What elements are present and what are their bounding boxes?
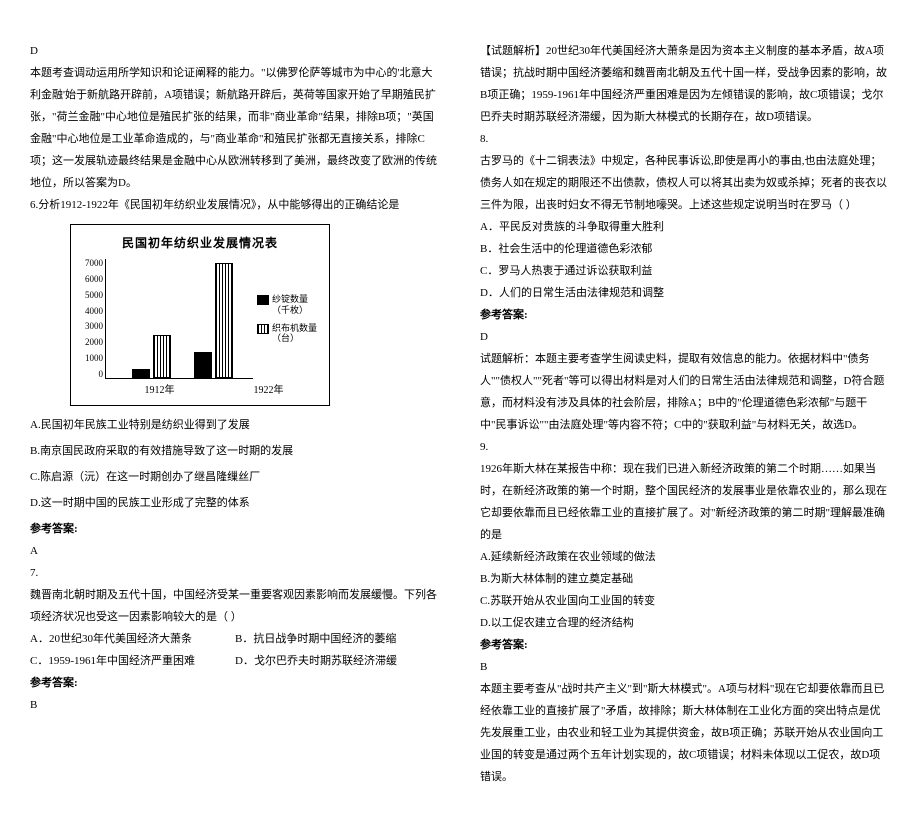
option-d: D.以工促农建立合理的经济结构 <box>480 612 890 634</box>
left-column: D 本题考查调动运用所学知识和论证阐释的能力。"以佛罗伦萨等城市为中心的'北意大… <box>30 40 440 788</box>
y-tick: 6000 <box>85 275 103 284</box>
legend-swatch-hatched <box>257 324 269 334</box>
question-6-stem: 6.分析1912-1922年《民国初年纺织业发展情况》，从中能够得出的正确结论是 <box>30 194 440 216</box>
x-tick: 1912年 <box>105 381 214 401</box>
option-a: A．平民反对贵族的斗争取得重大胜利 <box>480 216 890 238</box>
question-8-number: 8. <box>480 128 890 150</box>
chart-y-axis: 7000 6000 5000 4000 3000 2000 1000 0 <box>77 259 105 379</box>
y-tick: 7000 <box>85 259 103 268</box>
chart-container: 民国初年纺织业发展情况表 7000 6000 5000 4000 3000 20… <box>70 224 330 406</box>
legend-swatch-solid <box>257 295 269 305</box>
explanation-text: 试题解析：本题主要考查学生阅读史料，提取有效信息的能力。依据材料中"债务人""债… <box>480 348 890 436</box>
bar-1912-series2 <box>153 335 171 378</box>
chart-x-axis: 1912年 1922年 <box>105 379 323 401</box>
y-tick: 5000 <box>85 291 103 300</box>
legend-item-1: 纱锭数量（千枚） <box>257 294 323 315</box>
answer-value: B <box>30 694 440 716</box>
y-tick: 1000 <box>85 354 103 363</box>
legend-label: 织布机数量（台） <box>272 323 323 344</box>
legend-label: 纱锭数量（千枚） <box>272 294 323 315</box>
option-d: D．人们的日常生活由法律规范和调整 <box>480 282 890 304</box>
answer-value: D <box>480 326 890 348</box>
option-c: C.陈启源（沅）在这一时期创办了继昌隆缫丝厂 <box>30 466 440 488</box>
option-b: B．社会生活中的伦理道德色彩浓郁 <box>480 238 890 260</box>
answer-label: 参考答案: <box>480 634 890 656</box>
option-b: B．抗日战争时期中国经济的萎缩 <box>235 628 440 650</box>
bar-1922-series2 <box>215 263 233 378</box>
answer-label: 参考答案: <box>30 672 440 694</box>
question-9-number: 9. <box>480 436 890 458</box>
explanation-text: 【试题解析】20世纪30年代美国经济大萧条是因为资本主义制度的基本矛盾，故A项错… <box>480 40 890 128</box>
answer-letter: D <box>30 40 440 62</box>
y-tick: 4000 <box>85 307 103 316</box>
option-c: C.苏联开始从农业国向工业国的转变 <box>480 590 890 612</box>
x-tick: 1922年 <box>214 381 323 401</box>
option-a: A.延续新经济政策在农业领域的做法 <box>480 546 890 568</box>
answer-label: 参考答案: <box>480 304 890 326</box>
question-9-stem: 1926年斯大林在某报告中称：现在我们已进入新经济政策的第二个时期……如果当时，… <box>480 458 890 546</box>
bar-1922-series1 <box>194 352 212 378</box>
right-column: 【试题解析】20世纪30年代美国经济大萧条是因为资本主义制度的基本矛盾，故A项错… <box>480 40 890 788</box>
answer-label: 参考答案: <box>30 518 440 540</box>
option-b: B.南京国民政府采取的有效措施导致了这一时期的发展 <box>30 440 440 462</box>
option-d: D．戈尔巴乔夫时期苏联经济滞缓 <box>235 650 440 672</box>
option-d: D.这一时期中国的民族工业形成了完整的体系 <box>30 492 440 514</box>
y-tick: 2000 <box>85 338 103 347</box>
option-a: A.民国初年民族工业特别是纺织业得到了发展 <box>30 414 440 436</box>
option-a: A．20世纪30年代美国经济大萧条 <box>30 628 235 650</box>
explanation-text: 本题考查调动运用所学知识和论证阐释的能力。"以佛罗伦萨等城市为中心的'北意大利金… <box>30 62 440 194</box>
legend-item-2: 织布机数量（台） <box>257 323 323 344</box>
option-c: C．罗马人热衷于通过诉讼获取利益 <box>480 260 890 282</box>
question-7-stem: 魏晋南北朝时期及五代十国，中国经济受某一重要客观因素影响而发展缓慢。下列各项经济… <box>30 584 440 628</box>
question-8-stem: 古罗马的《十二铜表法》中规定，各种民事诉讼,即使是再小的事由,也由法庭处理；债务… <box>480 150 890 216</box>
chart-plot-area <box>105 259 253 379</box>
chart-legend: 纱锭数量（千枚） 织布机数量（台） <box>257 259 323 379</box>
explanation-text: 本题主要考查从"战时共产主义"到"斯大林模式"。A项与材料"现在它却要依靠而且已… <box>480 678 890 788</box>
answer-value: A <box>30 540 440 562</box>
y-tick: 0 <box>99 370 104 379</box>
y-tick: 3000 <box>85 322 103 331</box>
answer-value: B <box>480 656 890 678</box>
question-7-number: 7. <box>30 562 440 584</box>
option-c: C．1959-1961年中国经济严重困难 <box>30 650 235 672</box>
bar-1912-series1 <box>132 369 150 378</box>
option-b: B.为斯大林体制的建立奠定基础 <box>480 568 890 590</box>
chart-title: 民国初年纺织业发展情况表 <box>77 231 323 255</box>
